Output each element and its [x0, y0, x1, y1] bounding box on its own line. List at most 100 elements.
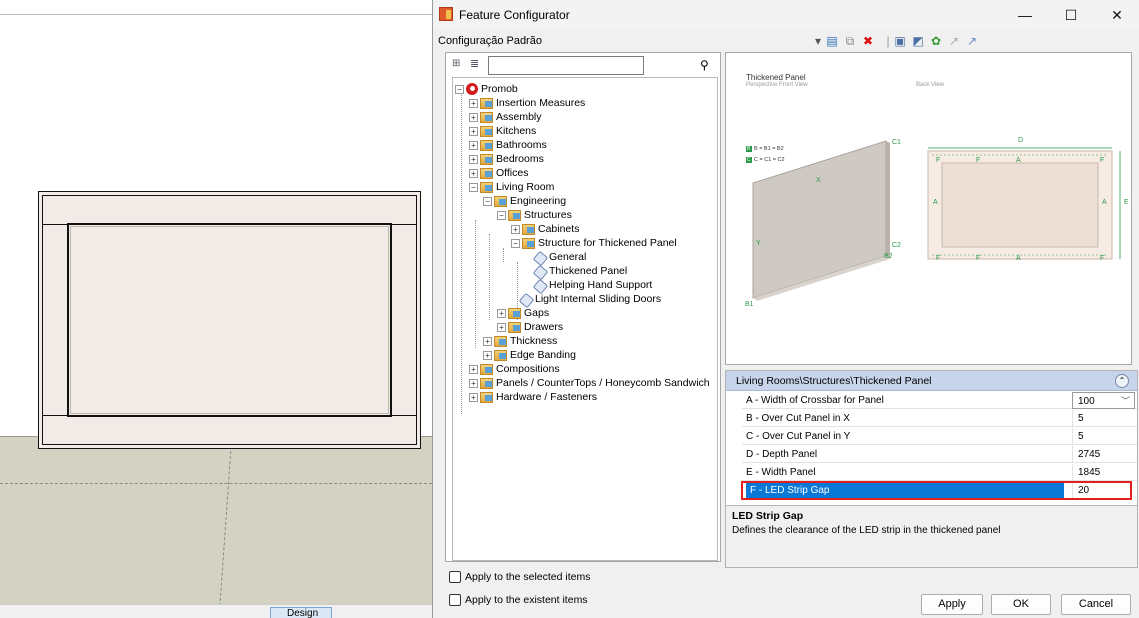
property-row-b[interactable]: B - Over Cut Panel in X 5: [742, 410, 1137, 427]
edit-icon[interactable]: ↗: [947, 34, 961, 48]
tree-node-engineering[interactable]: − Engineering: [483, 194, 566, 208]
panel-front-face: [752, 140, 887, 299]
expand-icon[interactable]: +: [511, 224, 520, 234]
tree-node-structure-thickened-panel[interactable]: − Structure for Thickened Panel: [511, 236, 677, 250]
chevron-down-icon[interactable]: ﹀: [1121, 393, 1130, 410]
tree-node-bedrooms[interactable]: + Bedrooms: [469, 152, 544, 166]
tree-node-bathrooms[interactable]: + Bathrooms: [469, 138, 547, 152]
tree-node-insertion-measures[interactable]: + Insertion Measures: [469, 96, 585, 110]
tree-node-structures[interactable]: − Structures: [497, 208, 572, 222]
expand-icon[interactable]: +: [469, 98, 478, 108]
property-row-c[interactable]: C - Over Cut Panel in Y 5: [742, 428, 1137, 445]
expand-icon[interactable]: +: [469, 126, 478, 136]
tree-search-input[interactable]: [488, 56, 644, 75]
tree-node-panels-countertops[interactable]: + Panels / CounterTops / Honeycomb Sandwi…: [469, 376, 710, 390]
tree-node-thickness[interactable]: + Thickness: [483, 334, 557, 348]
expand-icon[interactable]: +: [497, 322, 506, 332]
tree-node-compositions[interactable]: + Compositions: [469, 362, 560, 376]
tree-node-cabinets[interactable]: + Cabinets: [511, 222, 579, 236]
apply-existent-checkbox[interactable]: Apply to the existent items: [449, 594, 609, 608]
collapse-icon[interactable]: −: [497, 210, 506, 220]
property-value[interactable]: 5: [1072, 428, 1135, 445]
cabinet-model[interactable]: [38, 191, 421, 449]
folder-icon: [522, 223, 535, 235]
collapse-icon[interactable]: −: [455, 84, 464, 94]
tree-node-assembly[interactable]: + Assembly: [469, 110, 542, 124]
refresh-icon[interactable]: ✿: [929, 34, 943, 48]
close-button[interactable]: ✕: [1094, 0, 1139, 30]
folder-icon: [480, 139, 493, 151]
tree-node-drawers[interactable]: + Drawers: [497, 320, 563, 334]
description-text: Defines the clearance of the LED strip i…: [732, 525, 1001, 536]
tree-node-label: Bathrooms: [496, 139, 547, 151]
collapse-icon[interactable]: −: [511, 238, 520, 248]
binoculars-icon[interactable]: ⚲: [700, 58, 709, 72]
tree-node-label: Gaps: [524, 307, 550, 319]
tree-node-general[interactable]: General: [533, 250, 586, 264]
legend-c: C = C1 = C2: [754, 157, 785, 163]
tree-node-living-room[interactable]: − Living Room: [469, 180, 554, 194]
collapse-icon[interactable]: −: [483, 196, 492, 206]
apply-button[interactable]: Apply: [921, 594, 983, 615]
property-value[interactable]: 2745: [1072, 446, 1135, 463]
ok-button[interactable]: OK: [991, 594, 1051, 615]
collapse-icon[interactable]: −: [469, 182, 478, 192]
design-viewport[interactable]: Design: [0, 0, 432, 618]
expand-icon[interactable]: +: [469, 112, 478, 122]
property-label: E - Width Panel: [746, 467, 816, 478]
copy-icon[interactable]: ⧉: [843, 34, 857, 48]
tree-node-light-internal-sliding-doors[interactable]: Light Internal Sliding Doors: [519, 292, 661, 306]
tree-node-label: Kitchens: [496, 125, 537, 137]
tree-node-gaps[interactable]: + Gaps: [497, 306, 549, 320]
property-value[interactable]: 1845: [1072, 464, 1135, 481]
property-row-d[interactable]: D - Depth Panel 2745: [742, 446, 1137, 463]
expand-icon[interactable]: +: [483, 350, 492, 360]
expand-icon[interactable]: +: [469, 392, 478, 402]
checkbox-label: Apply to the selected items: [465, 571, 591, 583]
tree-node-offices[interactable]: + Offices: [469, 166, 528, 180]
tree-node-thickened-panel[interactable]: Thickened Panel: [533, 264, 627, 278]
grid-icon[interactable]: ▤: [825, 34, 839, 48]
expand-icon[interactable]: +: [469, 168, 478, 178]
delete-icon[interactable]: ✖: [861, 34, 875, 48]
mark-f-bottom-right: F: [1100, 255, 1105, 262]
tree-node-promob[interactable]: − Promob: [455, 82, 518, 96]
list-view-icon[interactable]: ≣: [470, 57, 479, 70]
dropdown-arrow-icon[interactable]: ▾: [811, 34, 825, 48]
expand-icon[interactable]: +: [469, 154, 478, 164]
wand-icon[interactable]: ↗: [965, 34, 979, 48]
property-value[interactable]: 5: [1072, 410, 1135, 427]
mark-f-top-left: F: [936, 157, 941, 164]
cancel-button[interactable]: Cancel: [1061, 594, 1131, 615]
expand-icon[interactable]: +: [497, 308, 506, 318]
expand-icon[interactable]: +: [483, 336, 492, 346]
collapse-section-icon[interactable]: ⌃: [1115, 374, 1129, 388]
save-icon[interactable]: ▣: [893, 34, 907, 48]
minimize-button[interactable]: —: [1002, 0, 1048, 30]
tree-node-hardware-fasteners[interactable]: + Hardware / Fasteners: [469, 390, 597, 404]
property-path: Living Rooms\Structures\Thickened Panel: [736, 375, 932, 387]
dialog-title: Feature Configurator: [459, 8, 570, 22]
design-tab[interactable]: Design: [270, 607, 332, 618]
folder-icon: [494, 335, 507, 347]
checkbox-box[interactable]: [449, 594, 461, 607]
export-icon[interactable]: ◩: [911, 34, 925, 48]
property-row-a[interactable]: A - Width of Crossbar for Panel 100 ﹀: [742, 392, 1137, 409]
expand-icon[interactable]: +: [469, 140, 478, 150]
checkbox-box[interactable]: [449, 571, 461, 584]
expand-icon[interactable]: +: [469, 364, 478, 374]
maximize-button[interactable]: ☐: [1048, 0, 1094, 30]
property-grid: Living Rooms\Structures\Thickened Panel …: [725, 370, 1138, 568]
property-row-e[interactable]: E - Width Panel 1845: [742, 464, 1137, 481]
tree-node-helping-hand-support[interactable]: Helping Hand Support: [533, 278, 652, 292]
tree-node-label: Promob: [481, 83, 518, 95]
mark-f-top-mid: F: [976, 157, 981, 164]
tree-node-kitchens[interactable]: + Kitchens: [469, 124, 536, 138]
tree-node-edge-banding[interactable]: + Edge Banding: [483, 348, 576, 362]
selection-highlight: [741, 481, 1132, 500]
tree-view-icon[interactable]: ⊞: [452, 58, 460, 69]
expand-icon[interactable]: +: [469, 378, 478, 388]
cabinet-door: [67, 223, 392, 417]
property-value-dropdown[interactable]: 100 ﹀: [1072, 392, 1135, 409]
apply-selected-checkbox[interactable]: Apply to the selected items: [449, 571, 609, 585]
